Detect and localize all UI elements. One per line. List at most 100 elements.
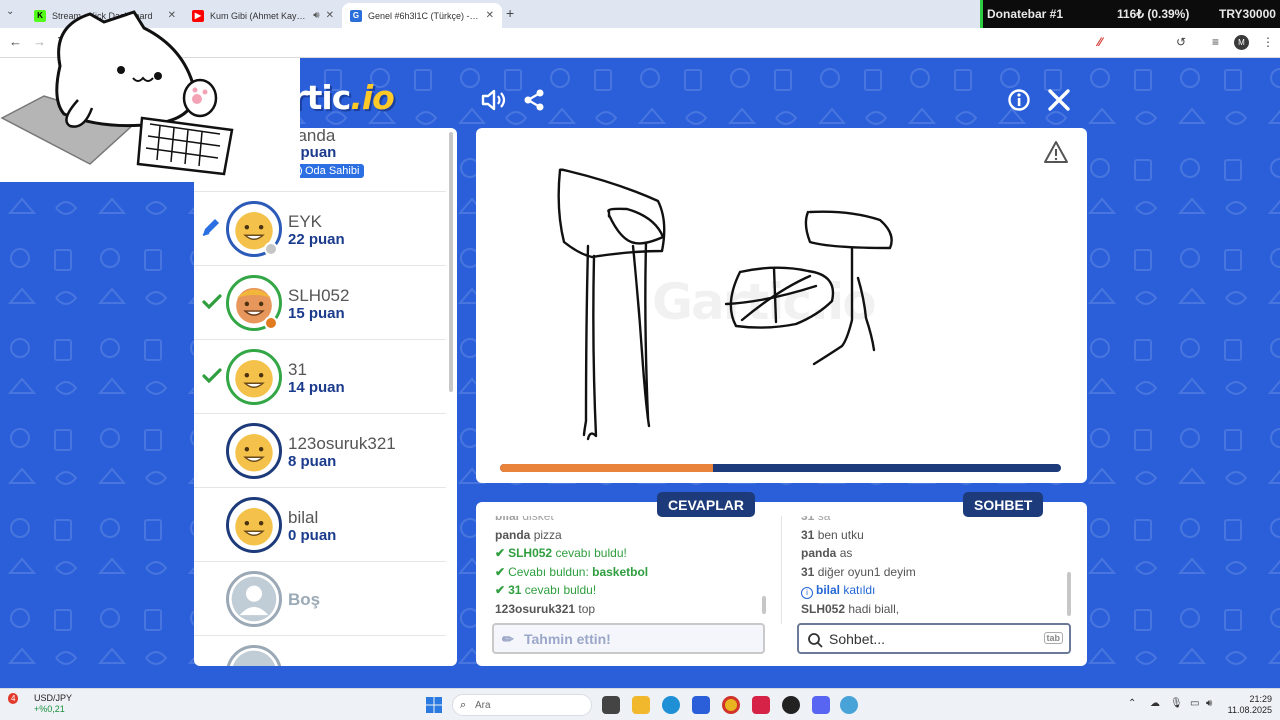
check-icon [202, 294, 222, 310]
discord-icon[interactable] [812, 696, 830, 714]
close-icon[interactable] [1047, 88, 1071, 112]
share-icon[interactable] [522, 88, 546, 112]
tray-chevron-icon[interactable]: ⌃ [1128, 698, 1136, 709]
app-icon-dark[interactable] [782, 696, 800, 714]
info-icon: i [801, 587, 813, 599]
history-icon[interactable]: ↺ [1176, 35, 1186, 49]
answers-log: bilal disket panda pizza ✔ SLH052 cevabı … [495, 516, 771, 620]
info-icon[interactable] [1007, 88, 1031, 112]
search-icon: ⌕ [460, 699, 467, 711]
round-timer-bar [500, 464, 1061, 472]
player-row[interactable]: bilal 0 puan [194, 488, 446, 562]
chat-scrollbar[interactable] [1067, 572, 1071, 616]
empty-slot-label: Boş [288, 590, 321, 609]
menu-icon[interactable]: ⋮ [1262, 35, 1274, 49]
player-name: bilal [288, 508, 319, 527]
check-icon: ✔ [495, 583, 506, 597]
windows-taskbar: 4 USD/JPY +%0,21 ⌕ Ara ⌃ ☁ 🎙︎ ▭ 🔊︎ 21:29 … [0, 688, 1280, 720]
stock-widget[interactable]: 4 USD/JPY +%0,21 [8, 693, 73, 715]
player-badge [264, 242, 278, 256]
player-name: SLH052 [288, 286, 350, 305]
chat-input[interactable]: Sohbet... tab [797, 623, 1071, 654]
tab-close-icon[interactable]: ✕ [486, 10, 494, 21]
player-score: 14 puan [288, 379, 345, 396]
player-score: 22 puan [288, 231, 345, 248]
player-avatar [226, 349, 282, 405]
display-icon[interactable]: ▭ [1190, 698, 1199, 709]
chat-line: 31 sa [801, 516, 831, 523]
tab-close-icon[interactable]: ✕ [326, 10, 334, 21]
playlist-icon[interactable]: ≡ [1212, 35, 1219, 49]
player-drawing [557, 168, 893, 441]
taskbar-search[interactable]: ⌕ Ara [452, 694, 592, 716]
answer-line: 123osuruk321 top [495, 601, 596, 616]
answer-line: panda pizza [495, 527, 562, 542]
volume-icon[interactable] [480, 88, 506, 112]
browser-tab-gartic[interactable]: G Genel #6h3l1C (Türkçe) - Gartic ✕ [342, 3, 502, 28]
app-icon-red[interactable] [752, 696, 770, 714]
check-icon: ✔ [495, 564, 506, 579]
tab-key-hint: tab [1043, 632, 1063, 644]
tab-title: Genel #6h3l1C (Türkçe) - Gartic [368, 10, 480, 21]
chat-line: panda as [801, 546, 853, 560]
speaker-icon[interactable]: 🔊︎ [1206, 698, 1212, 709]
chat-line: i bilal katıldı [801, 581, 1077, 600]
player-row[interactable]: SLH052 15 puan [194, 266, 446, 340]
player-name: EYK [288, 212, 323, 231]
round-timer-fill [500, 464, 714, 472]
player-score: 8 puan [288, 453, 337, 470]
player-name: 31 [288, 360, 307, 379]
app-icon-blue[interactable] [840, 696, 858, 714]
store-icon[interactable] [692, 696, 710, 714]
chat-log: 31 sa 31 ben utku panda as 31 diğer oyun… [801, 516, 1077, 620]
chat-line: 31 ben utku [801, 527, 864, 542]
pencil-icon [202, 219, 219, 236]
player-row[interactable]: 31 14 puan [194, 340, 446, 414]
answers-title: CEVAPLAR [657, 492, 755, 517]
mic-icon[interactable]: 🎙︎ [1170, 698, 1183, 709]
file-explorer-icon[interactable] [632, 696, 650, 714]
network-icon[interactable]: ☁ [1150, 698, 1160, 709]
windows-start-icon[interactable] [425, 696, 443, 714]
chat-line: SLH052 hadi biall, [801, 601, 900, 616]
donate-label: Donatebar #1 [987, 7, 1064, 21]
players-scrollbar[interactable] [449, 132, 453, 392]
answers-scrollbar[interactable] [762, 596, 766, 614]
player-row[interactable]: 123osuruk321 8 puan [194, 414, 446, 488]
check-icon: ✔ [495, 546, 506, 560]
chat-title: SOHBET [963, 492, 1044, 517]
chat-line: 31 diğer oyun1 deyim [801, 564, 916, 579]
donate-bar: Donatebar #1 116₺ (0.39%) TRY30000 [980, 0, 1280, 28]
drawing-canvas[interactable]: Gartic.io [476, 128, 1087, 483]
gartic-favicon-icon: G [350, 9, 362, 22]
player-row-empty [194, 636, 446, 666]
player-avatar [226, 497, 282, 553]
speaker-icon[interactable]: 🔊︎ [313, 10, 319, 21]
player-score: 15 puan [288, 305, 345, 322]
answer-line: bilal disket [495, 516, 554, 523]
edge-icon[interactable] [662, 696, 680, 714]
task-view-icon[interactable] [602, 696, 620, 714]
stock-symbol: USD/JPY [34, 693, 73, 703]
players-panel: panda 4 puan ♔Oda Sahibi EYK 22 puan SLH… [194, 128, 457, 666]
player-avatar [226, 423, 282, 479]
chat-panels: CEVAPLAR SOHBET bilal disket panda pizza… [476, 492, 1087, 666]
cat-overlay-sticker [0, 10, 300, 182]
player-row[interactable]: EYK 22 puan [194, 192, 446, 266]
system-clock[interactable]: 21:29 11.08.2025 [1226, 694, 1272, 716]
empty-slot-avatar [226, 645, 282, 666]
profile-avatar[interactable]: M [1234, 35, 1249, 50]
empty-slot-avatar [226, 571, 282, 627]
player-name: 123osuruk321 [288, 434, 396, 453]
answer-line: ✔ 31 cevabı buldu! [495, 583, 597, 597]
answer-line: ✔ Cevabı buldun: basketbol [495, 564, 649, 579]
player-score: 0 puan [288, 527, 337, 544]
chrome-icon[interactable] [722, 696, 740, 714]
extension-icon[interactable]: ⁄⁄ [1098, 35, 1102, 49]
check-icon [202, 368, 222, 384]
player-badge [264, 316, 278, 330]
search-icon [808, 633, 823, 648]
new-tab-button[interactable]: + [506, 5, 514, 21]
guess-input[interactable]: ✏ Tahmin ettin! [492, 623, 765, 654]
panel-divider [781, 516, 782, 624]
